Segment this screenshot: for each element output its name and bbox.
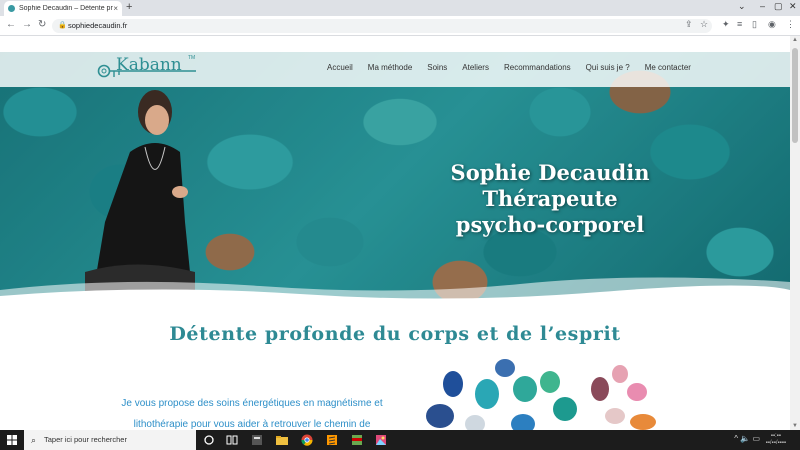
- cortana-icon[interactable]: [203, 434, 215, 446]
- nav-item-me-contacter[interactable]: Me contacter: [645, 63, 691, 72]
- close-window-icon[interactable]: ✕: [789, 1, 797, 12]
- side-panel-icon[interactable]: ▯: [752, 19, 757, 30]
- nav-item-recommandations[interactable]: Recommandations: [504, 63, 571, 72]
- volume-icon[interactable]: 🔈: [740, 434, 750, 443]
- browser-tab-strip: Sophie Decaudin – Détente prof × + ⌄ – ▢…: [0, 0, 800, 16]
- scrollbar-thumb[interactable]: [792, 48, 798, 143]
- windows-taskbar: ⌕ Taper ici pour rechercher ^ 🔈 ▭ ▪▪:▪▪ ▪…: [0, 430, 800, 450]
- hero-banner: Sophie Decaudin Thérapeute psycho-corpor…: [0, 52, 790, 302]
- browser-toolbar: ← → ↻ 🔒 sophiedecaudin.fr ⇪ ☆ ✦ ≡ ▯ ◉ ⋮: [0, 16, 800, 36]
- logo-trademark: TM: [188, 55, 196, 61]
- network-icon[interactable]: ▭: [752, 434, 760, 443]
- minimize-icon[interactable]: –: [760, 1, 765, 11]
- intro-line-2: lithothérapie pour vous aider à retrouve…: [133, 419, 371, 430]
- sublime-text-icon[interactable]: [326, 434, 338, 446]
- site-header: Kabann TM Accueil Ma méthode Soins Ateli…: [0, 52, 790, 87]
- page-scrollbar[interactable]: ▲ ▼: [790, 36, 800, 430]
- gemstones-image: [426, 359, 656, 430]
- hero-name: Sophie Decaudin: [450, 160, 650, 185]
- share-icon[interactable]: ⇪: [685, 19, 693, 30]
- system-tray[interactable]: ^ 🔈 ▭: [734, 434, 760, 443]
- calculator-icon[interactable]: [251, 434, 263, 446]
- forward-arrow-icon[interactable]: →: [22, 19, 32, 30]
- bookmark-star-icon[interactable]: ☆: [700, 19, 708, 30]
- hero-wave-divider: [0, 277, 790, 302]
- site-favicon-icon: [8, 5, 15, 12]
- back-arrow-icon[interactable]: ←: [6, 19, 16, 30]
- hero-title: Sophie Decaudin Thérapeute psycho-corpor…: [420, 160, 680, 238]
- taskbar-search-placeholder: Taper ici pour rechercher: [44, 435, 127, 444]
- intro-paragraph: Je vous propose des soins énergétiques e…: [112, 393, 392, 430]
- hero-role-line2: psycho-corporel: [455, 212, 645, 237]
- nav-item-ateliers[interactable]: Ateliers: [462, 63, 489, 72]
- photo-app-icon[interactable]: [375, 434, 387, 446]
- maximize-icon[interactable]: ▢: [774, 1, 783, 12]
- hero-role-line1: Thérapeute: [482, 186, 618, 211]
- logo-text[interactable]: Kabann: [116, 55, 182, 75]
- browser-tab[interactable]: Sophie Decaudin – Détente prof ×: [4, 1, 122, 16]
- main-menu: Accueil Ma méthode Soins Ateliers Recomm…: [327, 63, 706, 72]
- new-tab-button[interactable]: +: [126, 1, 132, 13]
- winrar-icon[interactable]: [351, 434, 363, 446]
- task-view-icon[interactable]: [226, 434, 238, 446]
- tray-chevron-icon[interactable]: ^: [734, 434, 738, 443]
- scroll-up-icon[interactable]: ▲: [792, 37, 798, 43]
- windows-start-icon[interactable]: [7, 435, 17, 445]
- chrome-icon[interactable]: [301, 434, 313, 446]
- reload-icon[interactable]: ↻: [38, 19, 46, 30]
- intro-line-1: Je vous propose des soins énergétiques e…: [121, 398, 383, 409]
- nav-item-soins[interactable]: Soins: [427, 63, 447, 72]
- nav-item-accueil[interactable]: Accueil: [327, 63, 353, 72]
- profile-icon[interactable]: ◉: [768, 19, 776, 30]
- extensions-icon[interactable]: ✦: [722, 19, 730, 30]
- portrait-image: [85, 90, 195, 302]
- taskbar-search-box[interactable]: ⌕ Taper ici pour rechercher: [24, 430, 196, 450]
- taskbar-clock[interactable]: ▪▪:▪▪ ▪▪/▪▪/▪▪▪▪: [766, 433, 786, 447]
- scroll-down-icon[interactable]: ▼: [792, 423, 798, 429]
- web-page: Sophie Decaudin Thérapeute psycho-corpor…: [0, 36, 790, 430]
- address-bar[interactable]: 🔒 sophiedecaudin.fr: [52, 19, 712, 33]
- search-icon: ⌕: [31, 435, 37, 445]
- lock-icon[interactable]: 🔒: [58, 19, 67, 33]
- more-icon[interactable]: ⋮: [786, 19, 795, 30]
- section-heading: Détente profonde du corps et de l’esprit: [169, 323, 621, 345]
- close-tab-icon[interactable]: ×: [113, 4, 118, 13]
- tab-title: Sophie Decaudin – Détente prof: [19, 5, 114, 12]
- reading-list-icon[interactable]: ≡: [737, 19, 742, 29]
- nav-item-ma-methode[interactable]: Ma méthode: [368, 63, 412, 72]
- nav-item-qui-suis-je[interactable]: Qui suis je ?: [586, 63, 630, 72]
- url-text: sophiedecaudin.fr: [68, 21, 128, 30]
- tab-search-icon[interactable]: ⌄: [738, 1, 746, 12]
- file-explorer-icon[interactable]: [276, 434, 288, 446]
